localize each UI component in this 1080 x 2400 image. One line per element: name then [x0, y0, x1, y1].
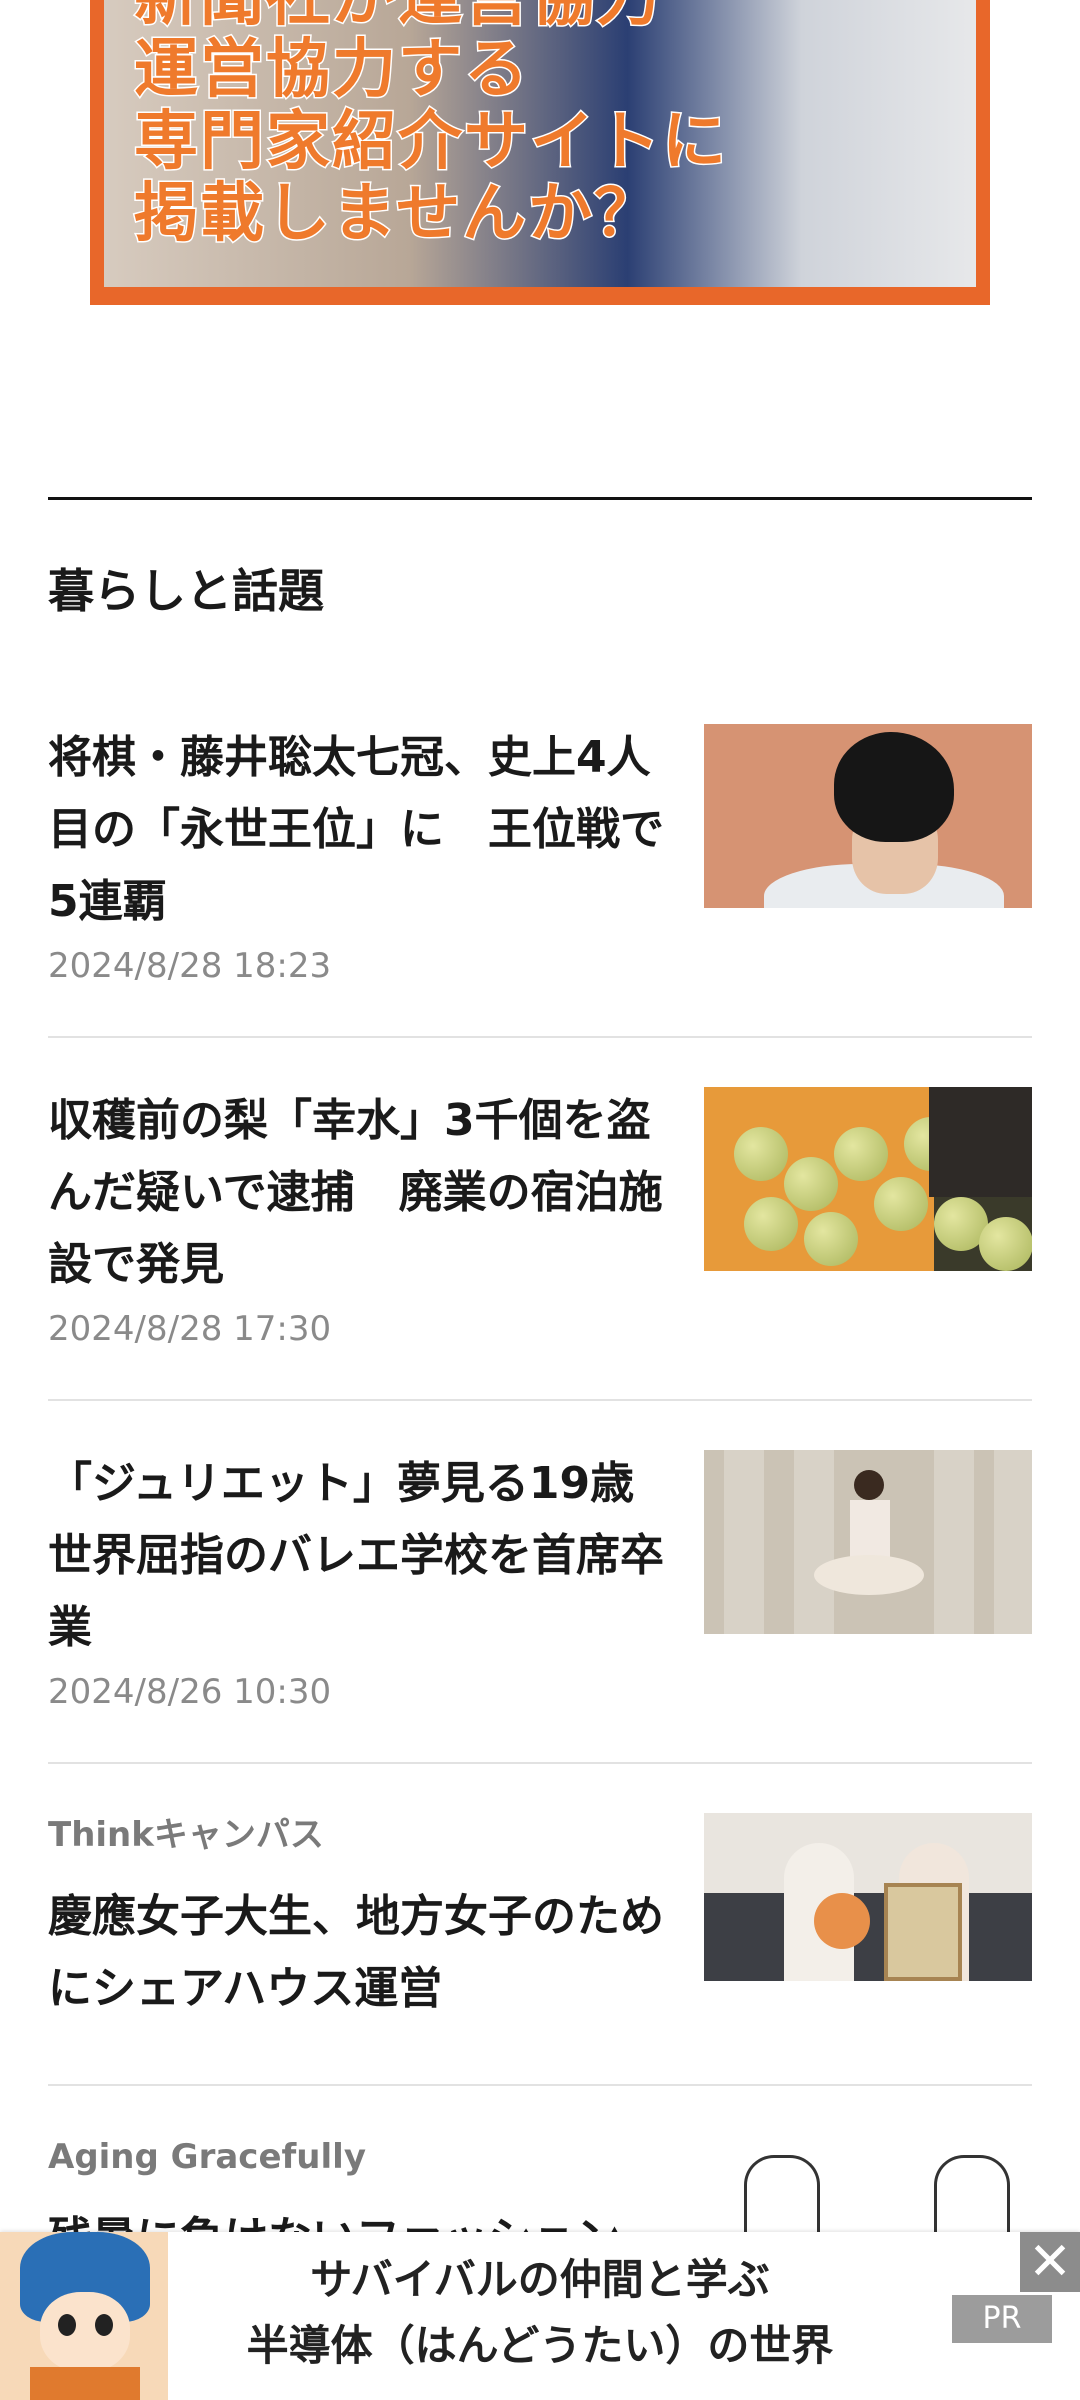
sticky-bottom-ad[interactable]: サバイバルの仲間と学ぶ 半導体（はんどうたい）の世界 PR ✕	[0, 2232, 1080, 2400]
banner-ad-line: 新聞社が運営協力	[133, 0, 728, 36]
article-item[interactable]: 「ジュリエット」夢見る19歳 世界屈指のバレエ学校を首席卒業 2024/8/26…	[48, 1450, 1032, 1720]
banner-ad-line: 専門家紹介サイトに	[133, 105, 728, 180]
list-divider	[48, 1036, 1032, 1038]
top-banner-ad[interactable]: 新聞社が運営協力 運営協力する 専門家紹介サイトに 掲載しませんか？	[90, 0, 990, 305]
article-date: 2024/8/28 17:30	[48, 1309, 332, 1349]
banner-ad-image: 新聞社が運営協力 運営協力する 専門家紹介サイトに 掲載しませんか？	[104, 0, 976, 287]
list-divider	[48, 1762, 1032, 1764]
mascot-character-image	[0, 2232, 168, 2400]
banner-ad-line: 掲載しませんか？	[133, 177, 661, 252]
article-thumbnail[interactable]	[704, 724, 1032, 908]
article-date: 2024/8/28 18:23	[48, 946, 332, 986]
close-ad-button[interactable]: ✕	[1020, 2232, 1080, 2292]
article-thumbnail[interactable]	[704, 1087, 1032, 1271]
article-item[interactable]: Thinkキャンパス 慶應女子大生、地方女子のためにシェアハウス運営	[48, 1813, 1032, 2073]
article-headline[interactable]: 収穫前の梨「幸水」3千個を盗んだ疑いで逮捕 廃業の宿泊施設で発見	[48, 1085, 678, 1301]
list-divider	[48, 2084, 1032, 2086]
article-headline[interactable]: 「ジュリエット」夢見る19歳 世界屈指のバレエ学校を首席卒業	[48, 1448, 678, 1664]
section-divider	[48, 497, 1032, 500]
article-thumbnail[interactable]	[704, 1813, 1032, 1981]
ad-subheadline: 半導体（はんどうたい）の世界	[246, 2321, 834, 2370]
article-item[interactable]: 収穫前の梨「幸水」3千個を盗んだ疑いで逮捕 廃業の宿泊施設で発見 2024/8/…	[48, 1087, 1032, 1357]
article-category[interactable]: Aging Gracefully	[48, 2135, 678, 2179]
article-item[interactable]: 将棋・藤井聡太七冠、史上4人目の「永世王位」に 王位戦で5連覇 2024/8/2…	[48, 724, 1032, 994]
article-headline[interactable]: 将棋・藤井聡太七冠、史上4人目の「永世王位」に 王位戦で5連覇	[48, 722, 678, 938]
article-thumbnail[interactable]	[704, 1450, 1032, 1634]
article-date: 2024/8/26 10:30	[48, 1672, 332, 1712]
article-category[interactable]: Thinkキャンパス	[48, 1813, 678, 1857]
pr-badge: PR	[952, 2295, 1052, 2343]
article-headline[interactable]: 慶應女子大生、地方女子のためにシェアハウス運営	[48, 1881, 678, 2025]
list-divider	[48, 1399, 1032, 1401]
ad-headline: サバイバルの仲間と学ぶ	[310, 2255, 770, 2304]
banner-ad-line: 運営協力する	[133, 33, 530, 108]
section-title: 暮らしと話題	[48, 564, 324, 618]
